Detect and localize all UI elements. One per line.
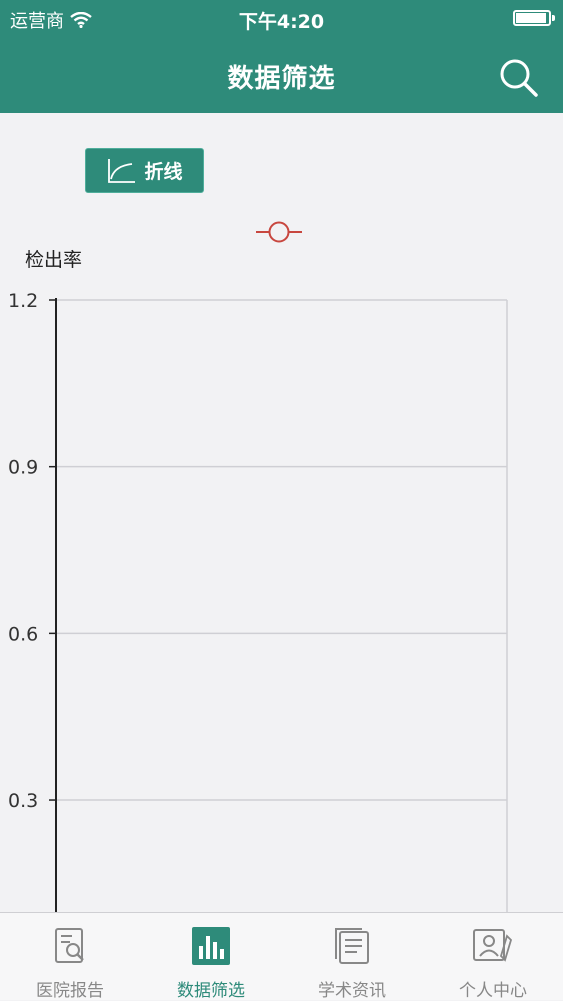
battery-level [516, 13, 547, 23]
y-tick-label: 0.3 [8, 790, 38, 812]
search-button[interactable] [497, 56, 541, 100]
tab-personal-center[interactable]: 个人中心 [423, 913, 563, 1001]
tab-label: 数据筛选 [177, 981, 245, 1001]
status-bar: 运营商 下午4:20 [0, 0, 563, 38]
report-search-icon [55, 928, 84, 963]
page-title: 数据筛选 [227, 64, 336, 94]
tab-data-filter[interactable]: 数据筛选 [141, 913, 281, 1001]
news-document-icon [335, 928, 369, 964]
y-tick-label: 0.9 [8, 457, 38, 479]
line-chart-button-label: 折线 [144, 161, 183, 183]
tab-bar: 医院报告 数据筛选 学术资讯 个人中心 [0, 912, 563, 1001]
bar-chart-icon [192, 927, 230, 965]
search-icon [500, 59, 538, 97]
battery-icon [513, 10, 555, 26]
tab-label: 个人中心 [459, 981, 527, 1001]
tab-label: 医院报告 [36, 981, 104, 1001]
line-chart: 1.2 0.9 0.6 0.3 [8, 290, 508, 912]
line-chart-icon [108, 158, 136, 183]
nav-bar: 数据筛选 [0, 38, 563, 113]
y-axis-label: 检出率 [25, 249, 83, 271]
y-tick-label: 1.2 [8, 290, 38, 312]
line-chart-button[interactable]: 折线 [85, 148, 204, 193]
tab-hospital-report[interactable]: 医院报告 [0, 913, 140, 1001]
status-time: 下午4:20 [238, 11, 325, 33]
legend-marker[interactable] [256, 220, 302, 244]
profile-card-icon [473, 929, 513, 962]
tab-label: 学术资讯 [318, 981, 386, 1001]
y-tick-label: 0.6 [8, 623, 38, 645]
tab-academic-news[interactable]: 学术资讯 [282, 913, 422, 1001]
